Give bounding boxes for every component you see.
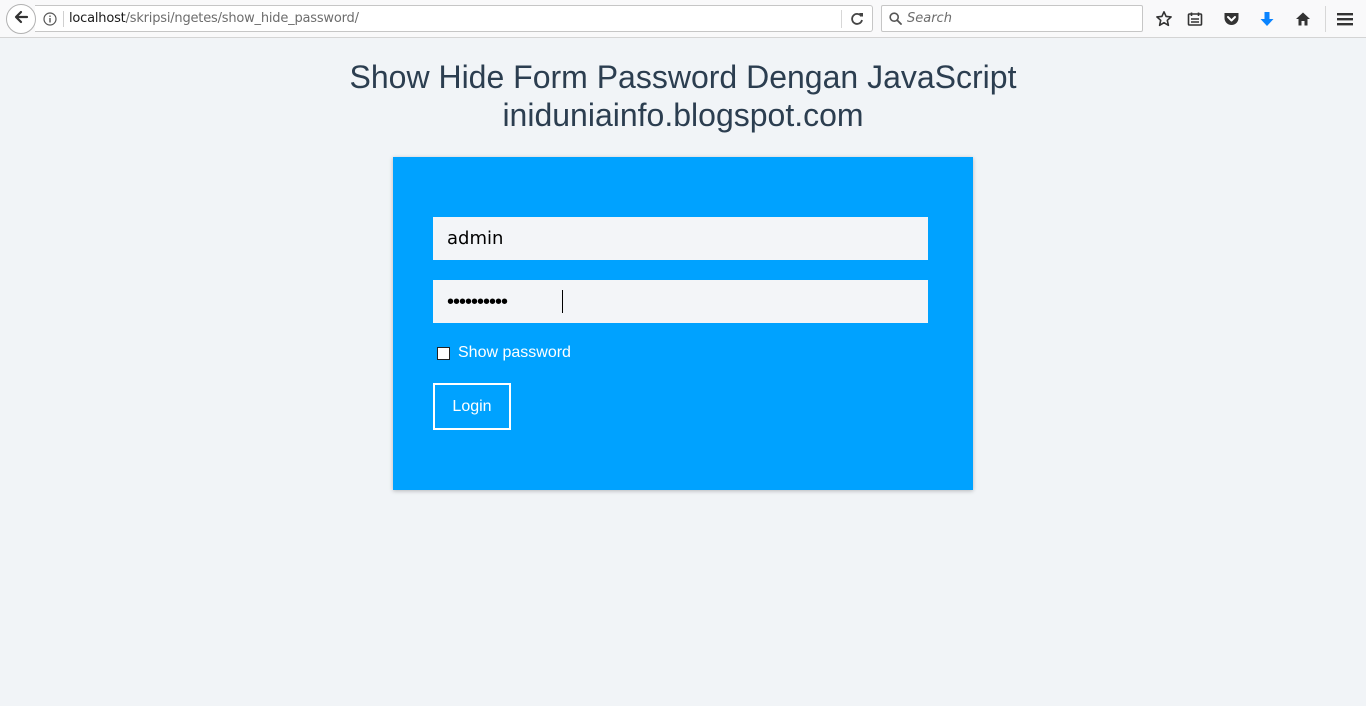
search-bar[interactable] bbox=[881, 5, 1143, 32]
back-button[interactable] bbox=[6, 4, 36, 34]
reader-list-icon[interactable] bbox=[1185, 9, 1205, 29]
reload-icon[interactable] bbox=[849, 11, 865, 32]
url-text[interactable]: localhost/skripsi/ngetes/show_hide_passw… bbox=[69, 11, 359, 27]
page-title: Show Hide Form Password Dengan JavaScrip… bbox=[0, 58, 1366, 134]
password-input[interactable] bbox=[433, 280, 928, 323]
show-password-row[interactable]: Show password bbox=[437, 344, 571, 362]
info-icon[interactable] bbox=[43, 12, 57, 31]
url-bar[interactable]: localhost/skripsi/ngetes/show_hide_passw… bbox=[35, 5, 873, 32]
url-separator bbox=[63, 11, 64, 27]
url-path: /skripsi/ngetes/show_hide_password/ bbox=[125, 11, 359, 26]
menu-icon[interactable] bbox=[1335, 9, 1355, 29]
pocket-icon[interactable] bbox=[1221, 9, 1241, 29]
show-password-label[interactable]: Show password bbox=[458, 344, 571, 362]
title-line-1: Show Hide Form Password Dengan JavaScrip… bbox=[349, 59, 1017, 95]
home-icon[interactable] bbox=[1293, 9, 1313, 29]
text-caret bbox=[562, 290, 563, 313]
show-password-checkbox[interactable] bbox=[437, 346, 450, 360]
browser-toolbar: localhost/skripsi/ngetes/show_hide_passw… bbox=[0, 0, 1366, 38]
login-button[interactable]: Login bbox=[433, 383, 511, 430]
bookmark-star-icon[interactable] bbox=[1154, 9, 1174, 29]
search-icon bbox=[889, 12, 902, 30]
login-card: •••••••••• Show password Login bbox=[393, 157, 973, 490]
url-host: localhost bbox=[69, 11, 126, 26]
title-line-2: iniduniainfo.blogspot.com bbox=[502, 97, 864, 133]
toolbar-separator bbox=[1325, 6, 1326, 32]
back-icon bbox=[13, 9, 29, 30]
search-input[interactable] bbox=[907, 6, 1137, 31]
username-input[interactable] bbox=[433, 217, 928, 260]
url-separator bbox=[841, 10, 842, 28]
download-icon[interactable] bbox=[1257, 9, 1277, 29]
